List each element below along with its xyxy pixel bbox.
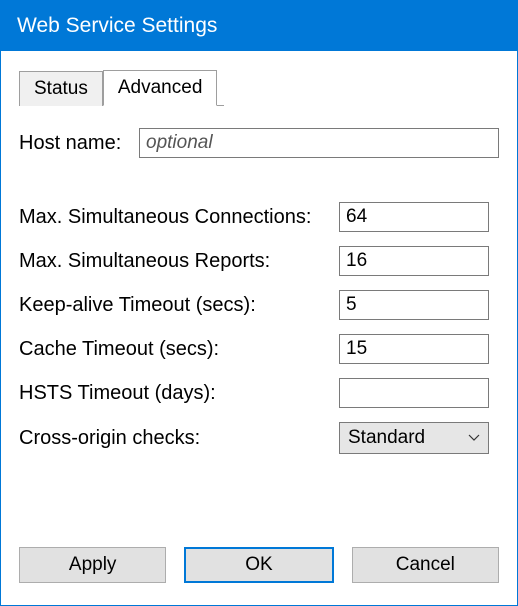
tab-status[interactable]: Status [19,71,103,106]
label-keepalive-timeout: Keep-alive Timeout (secs): [19,294,339,317]
host-name-input[interactable] [139,128,499,158]
row-cross-origin: Cross-origin checks: Standard [19,422,499,454]
cancel-button[interactable]: Cancel [352,547,499,583]
max-reports-input[interactable] [339,246,489,276]
row-cache-timeout: Cache Timeout (secs): [19,334,499,364]
label-cache-timeout: Cache Timeout (secs): [19,338,339,361]
label-max-connections: Max. Simultaneous Connections: [19,206,339,229]
chevron-down-icon [468,431,480,445]
label-hsts-timeout: HSTS Timeout (days): [19,382,339,405]
cross-origin-select[interactable]: Standard [339,422,489,454]
row-hsts-timeout: HSTS Timeout (days): [19,378,499,408]
max-connections-input[interactable] [339,202,489,232]
settings-window: Web Service Settings Status Advanced Hos… [0,0,518,606]
hsts-timeout-input[interactable] [339,378,489,408]
tab-advanced[interactable]: Advanced [103,70,218,106]
tab-status-label: Status [34,78,88,99]
cross-origin-value: Standard [348,427,425,449]
button-row: Apply OK Cancel [19,547,499,583]
titlebar: Web Service Settings [1,1,517,51]
row-max-connections: Max. Simultaneous Connections: [19,202,499,232]
row-keepalive-timeout: Keep-alive Timeout (secs): [19,290,499,320]
tab-advanced-label: Advanced [118,77,203,98]
window-title: Web Service Settings [17,14,217,38]
row-max-reports: Max. Simultaneous Reports: [19,246,499,276]
keepalive-timeout-input[interactable] [339,290,489,320]
label-cross-origin: Cross-origin checks: [19,427,339,450]
tab-strip: Status Advanced [19,69,224,106]
row-host-name: Host name: [19,128,499,158]
label-max-reports: Max. Simultaneous Reports: [19,250,339,273]
cache-timeout-input[interactable] [339,334,489,364]
ok-button[interactable]: OK [184,547,333,583]
apply-button[interactable]: Apply [19,547,166,583]
content-area: Status Advanced Host name: Max. Simultan… [1,51,517,605]
label-host-name: Host name: [19,132,139,155]
